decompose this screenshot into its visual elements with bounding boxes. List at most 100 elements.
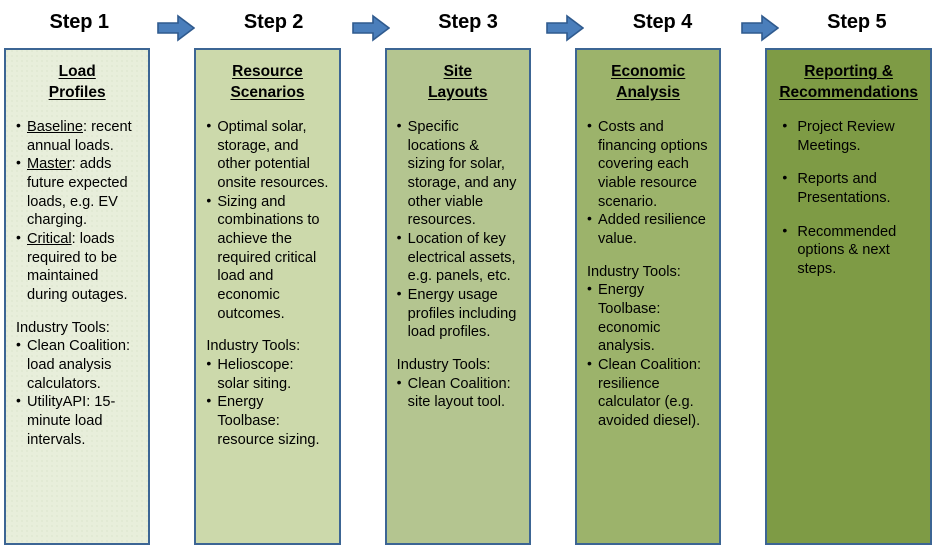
step-box-3: Site Layouts Specific locations & sizing… (384, 48, 531, 545)
step-bullet-list-5: Project Review Meetings. Reports and Pre… (777, 117, 920, 279)
flow-arrow-4-to-5 (738, 6, 782, 42)
process-flow-diagram: Step 1 Step 2 Step 3 Step 4 Step 5 Load … (0, 0, 936, 554)
list-item: Helioscope: solar siting. (206, 355, 328, 393)
step-heading-line-1: Reporting & (804, 63, 893, 80)
list-item: Baseline: recent annual loads. (16, 117, 138, 155)
step-heading-line-2: Profiles (48, 83, 106, 101)
step-heading-line-2: Analysis (616, 83, 681, 101)
right-arrow-icon (157, 14, 196, 42)
step-box-5: Reporting & Recommendations Project Revi… (765, 48, 932, 545)
bullet-term: Master (27, 156, 72, 173)
bullet-text: Energy Toolbase: economic analysis. (597, 282, 661, 355)
gap-2 (341, 48, 385, 545)
step-labels-row: Step 1 Step 2 Step 3 Step 4 Step 5 (4, 0, 932, 48)
step-box-1: Load Profiles Baseline: recent annual lo… (4, 48, 151, 545)
step-label-2: Step 2 (243, 10, 304, 33)
step-heading-2: Resource Scenarios (206, 62, 328, 104)
bullet-text: Clean Coalition: site layout tool. (407, 375, 511, 411)
step-heading-3: Site Layouts (397, 62, 519, 104)
step-body-1: Baseline: recent annual loads. Master: a… (16, 117, 138, 449)
list-item: Clean Coalition: load analysis calculato… (16, 336, 138, 393)
list-item: Energy Toolbase: economic analysis. (587, 280, 709, 356)
step-box-4: Economic Analysis Costs and financing op… (574, 48, 722, 545)
step-heading-5: Reporting & Recommendations (777, 62, 920, 104)
bullet-text: Clean Coalition: load analysis calculato… (27, 338, 131, 392)
gap-3 (531, 48, 575, 545)
bullet-text: Reports and Presentations. (797, 171, 891, 206)
list-item: Added resilience value. (587, 210, 709, 248)
step-heading-line-2: Scenarios (230, 83, 305, 101)
step-label-3: Step 3 (438, 10, 498, 33)
step-heading-line-1: Resource (232, 63, 303, 80)
industry-tools-label-1: Industry Tools: (16, 319, 110, 336)
step-bullet-list-1: Baseline: recent annual loads. Master: a… (16, 117, 138, 305)
flow-arrow-1-to-2 (154, 6, 198, 42)
bullet-text: UtilityAPI: 15-minute load intervals. (27, 394, 116, 448)
step-body-3: Specific locations & sizing for solar, s… (396, 117, 519, 412)
list-item: UtilityAPI: 15-minute load intervals. (16, 392, 138, 449)
bullet-text: Specific locations & sizing for solar, s… (407, 118, 517, 229)
list-item: Energy Toolbase: resource sizing. (206, 392, 328, 449)
gap-1 (150, 48, 194, 545)
step-heading-line-1: Site (443, 63, 473, 80)
step-boxes-row: Load Profiles Baseline: recent annual lo… (4, 48, 932, 554)
step-heading-line-1: Load (58, 63, 96, 80)
industry-tools-label-4: Industry Tools: (586, 263, 681, 280)
list-item: Costs and financing options covering eac… (587, 117, 709, 211)
flow-arrow-3-to-4 (543, 6, 587, 42)
step-body-4: Costs and financing options covering eac… (586, 117, 709, 431)
step-bullet-list-3: Specific locations & sizing for solar, s… (397, 117, 519, 342)
list-item: Recommended options & next steps. (777, 222, 920, 279)
step-cell-2: Resource Scenarios Optimal solar, storag… (194, 48, 341, 545)
step-box-2: Resource Scenarios Optimal solar, storag… (194, 48, 341, 545)
list-item: Clean Coalition: site layout tool. (397, 374, 519, 412)
industry-tools-label-2: Industry Tools: (206, 338, 301, 355)
industry-tools-label-3: Industry Tools: (396, 356, 491, 373)
step-cell-1: Load Profiles Baseline: recent annual lo… (4, 48, 151, 545)
list-item: Optimal solar, storage, and other potent… (206, 117, 329, 193)
step-label-5: Step 5 (827, 10, 887, 33)
list-item: Sizing and combinations to achieve the r… (206, 192, 328, 324)
list-item: Clean Coalition: resilience calculator (… (587, 355, 709, 431)
step-heading-1: Load Profiles (16, 62, 138, 104)
bullet-text: Added resilience value. (597, 212, 706, 247)
list-item: Master: adds future expected loads, e.g.… (16, 154, 138, 230)
bullet-text: Clean Coalition: resilience calculator (… (597, 356, 702, 429)
step-heading-4: Economic Analysis (587, 62, 709, 104)
bullet-text: Energy usage profiles including load pro… (407, 286, 517, 341)
bullet-text: Sizing and combinations to achieve the r… (217, 193, 320, 322)
bullet-text: Helioscope: solar siting. (217, 356, 294, 392)
bullet-text: Project Review Meetings. (797, 118, 895, 154)
right-arrow-icon (740, 14, 779, 42)
list-item: Energy usage profiles including load pro… (397, 285, 519, 342)
bullet-text: Location of key electrical assets, e.g. … (407, 230, 516, 285)
list-item: Specific locations & sizing for solar, s… (397, 117, 519, 230)
right-arrow-icon (546, 14, 585, 42)
bullet-term: Critical (27, 230, 72, 247)
step-body-2: Optimal solar, storage, and other potent… (206, 117, 329, 449)
step-cell-3: Site Layouts Specific locations & sizing… (384, 48, 531, 545)
flow-arrow-2-to-3 (349, 6, 393, 42)
list-item: Project Review Meetings. (777, 117, 920, 155)
step-tools-list-2: Helioscope: solar siting. Energy Toolbas… (206, 355, 328, 449)
list-item: Critical: loads required to be maintaine… (16, 229, 138, 305)
list-item: Reports and Presentations. (777, 169, 920, 207)
step-label-1: Step 1 (49, 10, 109, 33)
step-heading-line-1: Economic (611, 63, 686, 80)
step-body-5: Project Review Meetings. Reports and Pre… (777, 117, 920, 294)
gap-4 (721, 48, 765, 545)
bullet-text: Recommended options & next steps. (797, 223, 897, 277)
bullet-term: Baseline (27, 118, 83, 135)
step-cell-4: Economic Analysis Costs and financing op… (574, 48, 722, 545)
bullet-text: Energy Toolbase: resource sizing. (217, 394, 320, 448)
step-cell-5: Reporting & Recommendations Project Revi… (765, 48, 932, 545)
step-tools-list-1: Clean Coalition: load analysis calculato… (16, 336, 138, 449)
step-label-4: Step 4 (632, 10, 693, 33)
step-bullet-list-2: Optimal solar, storage, and other potent… (206, 117, 329, 324)
step-heading-line-2: Layouts (428, 83, 488, 101)
step-tools-list-3: Clean Coalition: site layout tool. (397, 374, 519, 412)
bullet-text: Costs and financing options covering eac… (597, 118, 708, 210)
step-bullet-list-4: Costs and financing options covering eac… (587, 117, 709, 249)
list-item: Location of key electrical assets, e.g. … (397, 229, 519, 286)
bullet-text: Optimal solar, storage, and other potent… (217, 118, 329, 191)
